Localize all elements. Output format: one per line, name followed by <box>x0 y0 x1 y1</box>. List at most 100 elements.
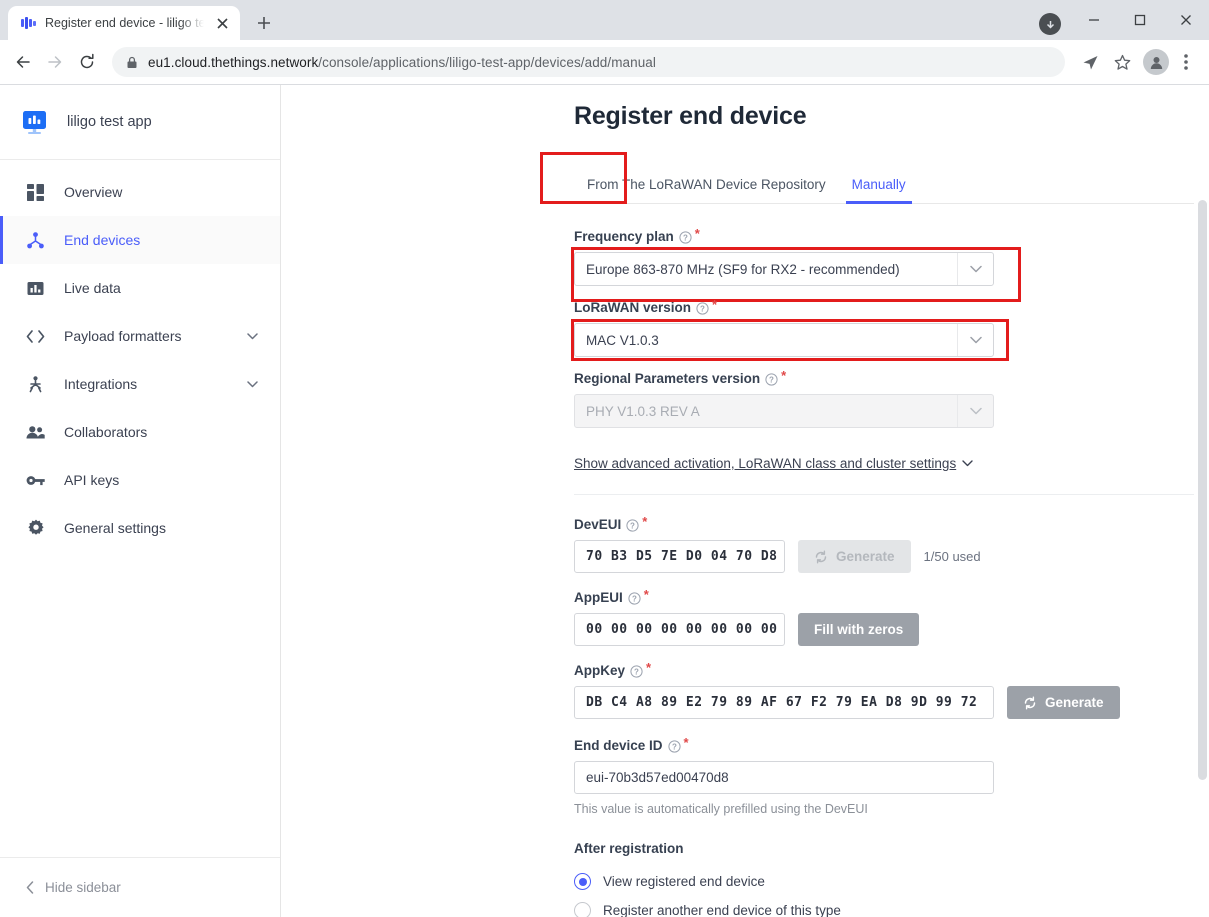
sidebar-item-api-keys[interactable]: API keys <box>0 456 280 504</box>
after-registration-option-view[interactable]: View registered end device <box>574 867 1209 896</box>
lorawan-version-label-text: LoRaWAN version <box>574 300 692 315</box>
radio-button[interactable] <box>574 873 591 890</box>
star-icon[interactable] <box>1107 47 1137 77</box>
page-title: Register end device <box>574 102 807 130</box>
lorawan-version-field: LoRaWAN version ? * MAC V1.0.3 <box>571 298 1209 361</box>
chevron-down-icon[interactable] <box>247 380 258 388</box>
after-registration-option-register-another[interactable]: Register another end device of this type <box>574 896 1209 917</box>
new-tab-button[interactable] <box>250 9 278 37</box>
regional-parameters-value: PHY V1.0.3 REV A <box>586 403 700 419</box>
app-display-icon <box>20 108 49 137</box>
app-key-generate-label: Generate <box>1045 695 1104 710</box>
sidebar-item-live-data[interactable]: Live data <box>0 264 280 312</box>
svg-text:?: ? <box>634 667 639 676</box>
sidebar-item-overview[interactable]: Overview <box>0 168 280 216</box>
question-circle-icon[interactable]: ? <box>626 518 639 532</box>
question-circle-icon[interactable]: ? <box>696 301 709 315</box>
sidebar-app-header[interactable]: liligo test app <box>0 85 280 160</box>
lock-icon <box>126 56 138 69</box>
main-scrollbar[interactable] <box>1194 85 1209 917</box>
dev-eui-label-text: DevEUI <box>574 517 622 532</box>
main-content: Register end device From The LoRaWAN Dev… <box>281 85 1209 917</box>
show-advanced-settings-link[interactable]: Show advanced activation, LoRaWAN class … <box>574 456 973 471</box>
lorawan-version-select[interactable]: MAC V1.0.3 <box>574 323 994 357</box>
hide-sidebar-label: Hide sidebar <box>45 880 121 895</box>
close-icon[interactable] <box>213 14 231 32</box>
svg-text:?: ? <box>769 375 774 384</box>
chevron-down-icon[interactable] <box>957 324 993 356</box>
three-dots-vertical-icon[interactable] <box>1171 47 1201 77</box>
app-key-input[interactable]: DB C4 A8 89 E2 79 89 AF 67 F2 79 EA D8 9… <box>574 686 994 719</box>
ttn-logo-icon <box>20 15 36 31</box>
end-device-id-label-text: End device ID <box>574 738 663 753</box>
sidebar-item-integrations[interactable]: Integrations <box>0 360 280 408</box>
svg-text:?: ? <box>683 233 688 242</box>
share-icon[interactable] <box>1075 47 1105 77</box>
radio-button[interactable] <box>574 902 591 917</box>
question-circle-icon[interactable]: ? <box>679 230 692 244</box>
minimize-icon[interactable] <box>1071 0 1117 40</box>
question-circle-icon[interactable]: ? <box>667 739 681 753</box>
regional-parameters-field: Regional Parameters version ? * PHY V1.0… <box>574 368 1209 428</box>
sidebar-item-collaborators[interactable]: Collaborators <box>0 408 280 456</box>
svg-text:?: ? <box>632 594 637 603</box>
app-eui-input[interactable]: 00 00 00 00 00 00 00 00 <box>574 613 785 646</box>
app-eui-field: AppEUI ? * 00 00 00 00 00 00 00 00 Fill … <box>574 588 1209 646</box>
show-advanced-settings-label: Show advanced activation, LoRaWAN class … <box>574 456 957 471</box>
people-icon <box>26 423 45 442</box>
frequency-plan-field: Frequency plan ? * Europe 863-870 MHz (S… <box>571 227 1209 302</box>
sidebar-item-payload-formatters[interactable]: Payload formatters <box>0 312 280 360</box>
hide-sidebar-button[interactable]: Hide sidebar <box>0 857 280 917</box>
update-arrow-icon[interactable] <box>1039 13 1061 35</box>
question-circle-icon[interactable]: ? <box>628 591 641 605</box>
frequency-plan-label: Frequency plan ? * <box>574 227 1209 245</box>
window-close-icon[interactable] <box>1163 0 1209 40</box>
browser-tab[interactable]: Register end device - liligo tes <box>8 6 240 40</box>
after-registration-title: After registration <box>574 841 684 856</box>
person-icon[interactable] <box>1143 49 1169 75</box>
radio-label: Register another end device of this type <box>603 903 841 917</box>
browser-window: Register end device - liligo tes eu1.clo… <box>0 0 1209 917</box>
grid-icon <box>26 183 45 202</box>
sidebar-item-general-settings[interactable]: General settings <box>0 504 280 552</box>
address-bar[interactable]: eu1.cloud.thethings.network/console/appl… <box>112 47 1065 77</box>
dev-eui-label: DevEUI ? * <box>574 515 1209 533</box>
dev-eui-used-count: 1/50 used <box>923 549 981 564</box>
browser-tabstrip: Register end device - liligo tes <box>0 0 1209 40</box>
maximize-icon[interactable] <box>1117 0 1163 40</box>
registration-method-tabs: From The LoRaWAN Device Repository Manua… <box>574 165 1209 204</box>
tab-manually[interactable]: Manually <box>839 165 919 204</box>
reload-icon[interactable] <box>72 47 102 77</box>
refresh-icon <box>1023 696 1037 710</box>
frequency-plan-label-text: Frequency plan <box>574 229 674 244</box>
sidebar-item-label: Collaborators <box>64 424 148 440</box>
browser-toolbar: eu1.cloud.thethings.network/console/appl… <box>0 40 1209 85</box>
svg-text:?: ? <box>630 521 635 530</box>
arrow-left-icon[interactable] <box>8 47 38 77</box>
svg-text:?: ? <box>700 304 705 313</box>
app-eui-fill-zeros-button[interactable]: Fill with zeros <box>798 613 920 646</box>
required-asterisk: * <box>781 368 787 383</box>
dev-eui-input[interactable]: 70 B3 D5 7E D0 04 70 D8 <box>574 540 785 573</box>
key-icon <box>26 471 45 490</box>
scrollbar-thumb[interactable] <box>1198 200 1207 780</box>
window-controls <box>1071 0 1209 40</box>
dev-eui-field: DevEUI ? * 70 B3 D5 7E D0 04 70 D8 Gener… <box>574 515 1209 573</box>
plus-icon <box>258 17 270 29</box>
register-device-form: Frequency plan ? * Europe 863-870 MHz (S… <box>571 227 1209 917</box>
chevron-down-icon <box>957 395 993 427</box>
sidebar: liligo test app Overview End devices Liv… <box>0 85 281 917</box>
chevron-down-icon[interactable] <box>247 332 258 340</box>
sidebar-item-label: Integrations <box>64 376 138 392</box>
sidebar-item-end-devices[interactable]: End devices <box>0 216 280 264</box>
url-domain: eu1.cloud.thethings.network <box>148 54 319 70</box>
tab-from-device-repository[interactable]: From The LoRaWAN Device Repository <box>574 165 839 203</box>
address-bar-url: eu1.cloud.thethings.network/console/appl… <box>148 55 656 70</box>
end-device-id-input[interactable]: eui-70b3d57ed00470d8 <box>574 761 994 794</box>
question-circle-icon[interactable]: ? <box>765 372 778 386</box>
regional-parameters-label-text: Regional Parameters version <box>574 371 761 386</box>
frequency-plan-select[interactable]: Europe 863-870 MHz (SF9 for RX2 - recomm… <box>574 252 994 286</box>
question-circle-icon[interactable]: ? <box>630 664 643 678</box>
app-key-generate-button[interactable]: Generate <box>1007 686 1120 719</box>
chevron-down-icon[interactable] <box>957 253 993 285</box>
